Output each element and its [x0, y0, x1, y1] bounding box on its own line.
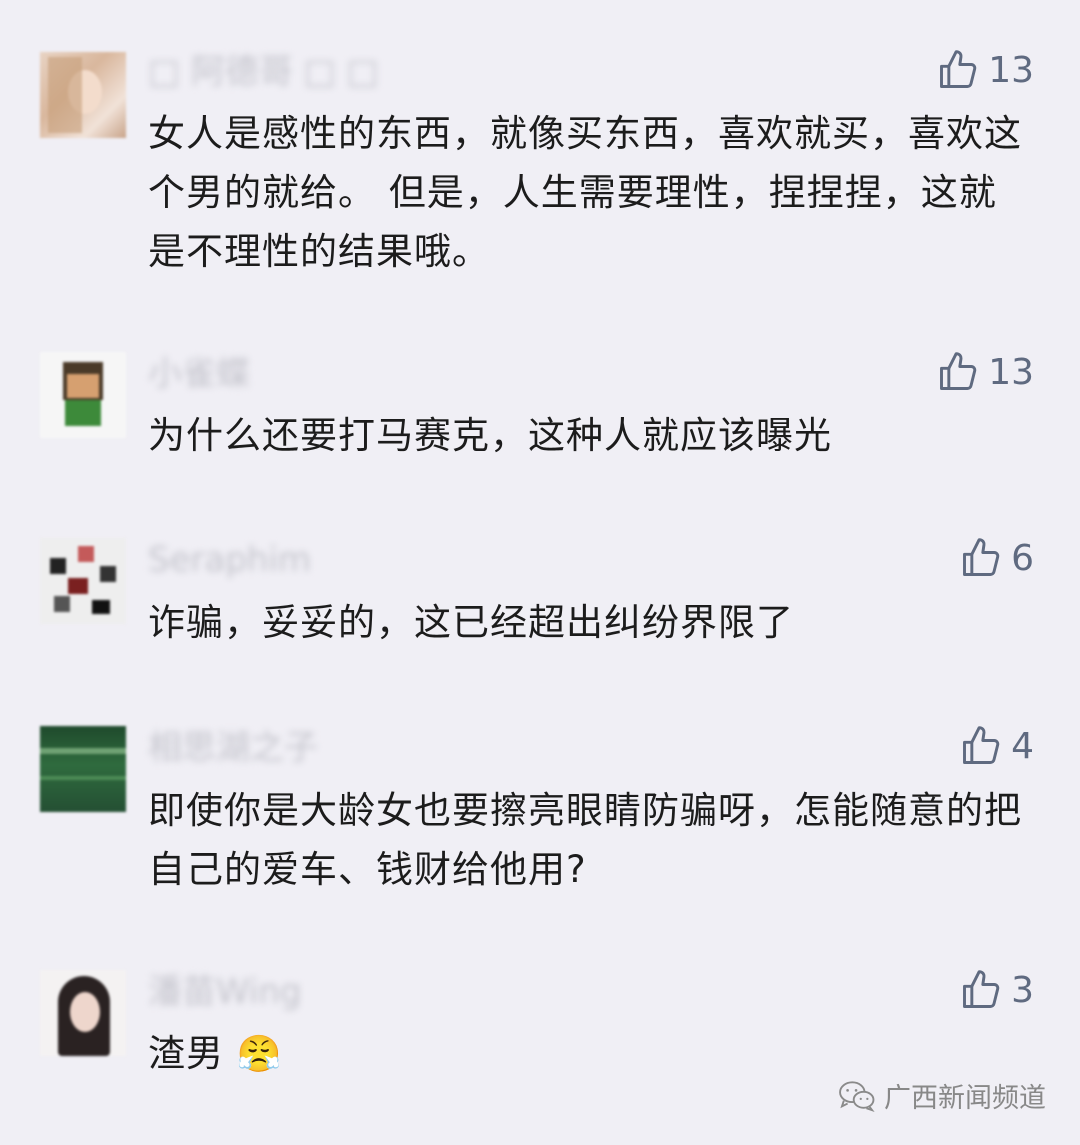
like-count: 3 [1011, 969, 1034, 1011]
like-button[interactable]: 6 [959, 534, 1034, 582]
username[interactable]: 小雀蝶 [148, 354, 250, 394]
like-button[interactable]: 13 [936, 46, 1034, 94]
comment-item: 相思湖之子 4 即使你是大龄女也要擦亮眼睛防骗呀，怎能随意的把自己的爱车、钱财给… [0, 680, 1080, 930]
username[interactable]: 潘苗Wing [148, 972, 301, 1012]
watermark-text: 广西新闻频道 [884, 1083, 1046, 1114]
avatar[interactable] [40, 52, 126, 138]
like-button[interactable]: 4 [959, 722, 1034, 770]
like-count: 13 [988, 351, 1034, 393]
like-count: 13 [988, 49, 1034, 91]
comment-text: 即使你是大龄女也要擦亮眼睛防骗呀，怎能随意的把自己的爱车、钱财给他用? [148, 789, 1022, 891]
username[interactable]: 相思湖之子 [148, 728, 318, 768]
wechat-icon [839, 1080, 875, 1112]
avatar[interactable] [40, 970, 126, 1056]
comment-text-content: 渣男 [148, 1032, 224, 1075]
like-count: 6 [1011, 537, 1034, 579]
comment-text: 诈骗，妥妥的，这已经超出纠纷界限了 [148, 601, 794, 644]
username[interactable]: Seraphim [148, 540, 311, 580]
thumbs-up-icon [940, 50, 977, 88]
comment-text: 为什么还要打马赛克，这种人就应该曝光 [148, 414, 832, 457]
thumbs-up-icon [940, 352, 977, 390]
comment-text: 女人是感性的东西，就像买东西，喜欢就买，喜欢这个男的就给。 但是，人生需要理性，… [148, 112, 1022, 273]
like-count: 4 [1011, 725, 1034, 767]
comment-text: 渣男 😤 [148, 1024, 1028, 1084]
avatar[interactable] [40, 726, 126, 812]
comment-item: Seraphim 6 诈骗，妥妥的，这已经超出纠纷界限了 [0, 490, 1080, 680]
emoji: 😤 [236, 1034, 283, 1075]
avatar[interactable] [40, 538, 126, 624]
avatar[interactable] [40, 352, 126, 438]
thumbs-up-icon [963, 726, 1000, 764]
like-button[interactable]: 3 [959, 966, 1034, 1014]
comment-item: 小雀蝶 13 为什么还要打马赛克，这种人就应该曝光 [0, 300, 1080, 490]
watermark: 广西新闻频道 [838, 1076, 1046, 1115]
thumbs-up-icon [963, 970, 1000, 1008]
username[interactable]: □ 阿德哥 □ □ [148, 52, 379, 92]
like-button[interactable]: 13 [936, 348, 1034, 396]
comment-item: □ 阿德哥 □ □ 13 女人是感性的东西，就像买东西，喜欢就买，喜欢这个男的就… [0, 0, 1080, 300]
thumbs-up-icon [963, 538, 1000, 576]
